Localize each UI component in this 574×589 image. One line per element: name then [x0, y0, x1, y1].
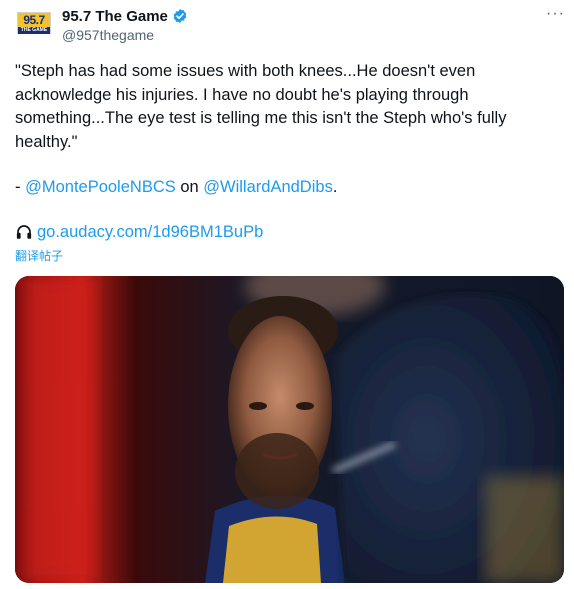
external-link-text[interactable]: go.audacy.com/1d96BM1BuPb: [37, 221, 263, 243]
display-name[interactable]: 95.7 The Game: [62, 8, 168, 25]
tweet-text: "Steph has had some issues with both kne…: [15, 60, 560, 154]
mention-author-link[interactable]: @MontePooleNBCS: [25, 178, 176, 196]
handle[interactable]: @957thegame: [62, 27, 154, 43]
tweet-quote: "Steph has had some issues with both kne…: [15, 62, 507, 151]
avatar[interactable]: 95.7 THE GAME: [17, 12, 51, 34]
author-name-row: 95.7 The Game: [62, 6, 188, 26]
translate-post-link[interactable]: 翻译帖子: [15, 247, 63, 264]
external-link[interactable]: go.audacy.com/1d96BM1BuPb: [15, 221, 263, 243]
photo-image: [15, 276, 564, 583]
credit-on: on: [175, 178, 204, 196]
tweet-photo[interactable]: [15, 276, 564, 583]
avatar-logo-subtext: THE GAME: [18, 27, 50, 34]
credit-suffix: .: [332, 178, 338, 196]
mention-show-link[interactable]: @WillardAndDibs: [203, 178, 333, 196]
credit-prefix: -: [15, 178, 26, 196]
verified-badge-icon: [172, 8, 188, 24]
avatar-logo-text: 95.7: [18, 13, 50, 27]
headphones-icon: [15, 223, 33, 241]
tweet-card[interactable]: 95.7 THE GAME 95.7 The Game @957thegame …: [0, 0, 574, 589]
tweet-credit: - @MontePooleNBCS on @WillardAndDibs.: [15, 176, 337, 198]
more-options-icon[interactable]: ···: [546, 6, 565, 22]
